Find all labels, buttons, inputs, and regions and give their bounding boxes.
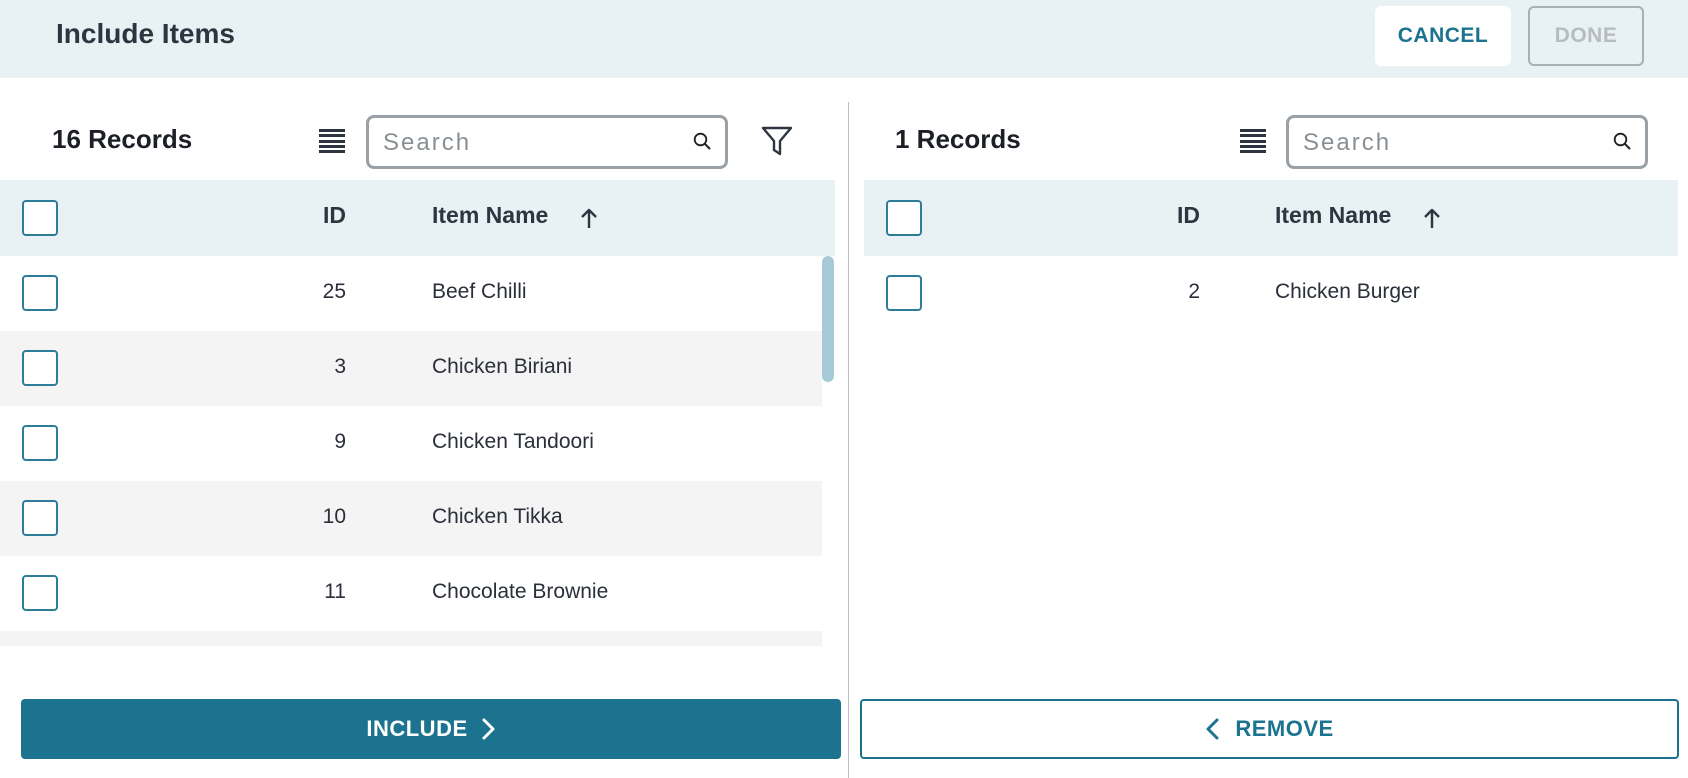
search-box bbox=[1286, 115, 1648, 169]
include-button[interactable]: INCLUDE bbox=[21, 699, 841, 759]
select-all-checkbox[interactable] bbox=[886, 200, 922, 236]
row-item-name: Chicken Biriani bbox=[432, 355, 573, 378]
remove-button[interactable]: REMOVE bbox=[860, 699, 1679, 759]
table-row[interactable]: 11 Chocolate Brownie bbox=[0, 556, 822, 631]
row-checkbox[interactable] bbox=[22, 425, 58, 461]
list-view-icon[interactable] bbox=[319, 129, 345, 153]
row-item-name: Chicken Tikka bbox=[432, 505, 563, 528]
scrollbar-thumb[interactable] bbox=[822, 256, 834, 382]
row-id: 25 bbox=[322, 280, 346, 303]
column-header-item-name[interactable]: Item Name bbox=[432, 202, 548, 229]
include-button-label: INCLUDE bbox=[366, 716, 468, 741]
select-all-checkbox[interactable] bbox=[22, 200, 58, 236]
table-row[interactable]: 3 Chicken Biriani bbox=[0, 331, 822, 406]
row-id: 2 bbox=[1188, 280, 1200, 303]
remove-button-label: REMOVE bbox=[1235, 716, 1334, 741]
done-button[interactable]: DONE bbox=[1528, 6, 1644, 66]
table-row[interactable]: 2 Chicken Burger bbox=[864, 256, 1678, 331]
row-id: 3 bbox=[334, 355, 346, 378]
cancel-button[interactable]: CANCEL bbox=[1375, 6, 1511, 66]
records-count: 16 Records bbox=[52, 124, 193, 154]
column-header-id[interactable]: ID bbox=[1154, 202, 1200, 229]
row-checkbox[interactable] bbox=[22, 275, 58, 311]
chevron-left-icon bbox=[1206, 718, 1219, 740]
records-count: 1 Records bbox=[895, 124, 1021, 154]
row-checkbox[interactable] bbox=[886, 275, 922, 311]
row-checkbox[interactable] bbox=[22, 350, 58, 386]
dialog-title: Include Items bbox=[56, 18, 235, 49]
search-icon[interactable] bbox=[1613, 132, 1631, 150]
dialog-header: Include Items CANCEL DONE bbox=[0, 0, 1688, 78]
chevron-right-icon bbox=[482, 718, 495, 740]
row-item-name: Beef Chilli bbox=[432, 280, 527, 303]
table-body: 25 Beef Chilli 3 Chicken Biriani 9 Chick… bbox=[0, 256, 822, 646]
table-row[interactable]: 9 Chicken Tandoori bbox=[0, 406, 822, 481]
search-input[interactable] bbox=[1303, 126, 1593, 160]
table-header: ID Item Name bbox=[0, 180, 835, 256]
sort-ascending-icon[interactable] bbox=[578, 206, 600, 230]
column-header-item-name[interactable]: Item Name bbox=[1275, 202, 1391, 229]
table-row[interactable]: 25 Beef Chilli bbox=[0, 256, 822, 331]
search-input[interactable] bbox=[383, 126, 673, 160]
row-checkbox[interactable] bbox=[22, 500, 58, 536]
column-header-id[interactable]: ID bbox=[300, 202, 346, 229]
sort-ascending-icon[interactable] bbox=[1421, 206, 1443, 230]
row-id: 10 bbox=[322, 505, 346, 528]
panel-divider bbox=[848, 102, 849, 778]
row-id: 11 bbox=[324, 580, 346, 603]
search-box bbox=[366, 115, 728, 169]
filter-icon[interactable] bbox=[760, 124, 794, 158]
row-id: 9 bbox=[334, 430, 346, 453]
table-row[interactable]: 10 Chicken Tikka bbox=[0, 481, 822, 556]
row-item-name: Chicken Burger bbox=[1275, 280, 1420, 303]
row-checkbox[interactable] bbox=[22, 575, 58, 611]
row-item-name: Chocolate Brownie bbox=[432, 580, 609, 603]
row-item-name: Chicken Tandoori bbox=[432, 430, 594, 453]
table-body: 2 Chicken Burger bbox=[864, 256, 1678, 646]
table-row-partial[interactable] bbox=[0, 631, 822, 646]
search-icon[interactable] bbox=[693, 132, 711, 150]
table-header: ID Item Name bbox=[864, 180, 1678, 256]
list-view-icon[interactable] bbox=[1240, 129, 1266, 153]
